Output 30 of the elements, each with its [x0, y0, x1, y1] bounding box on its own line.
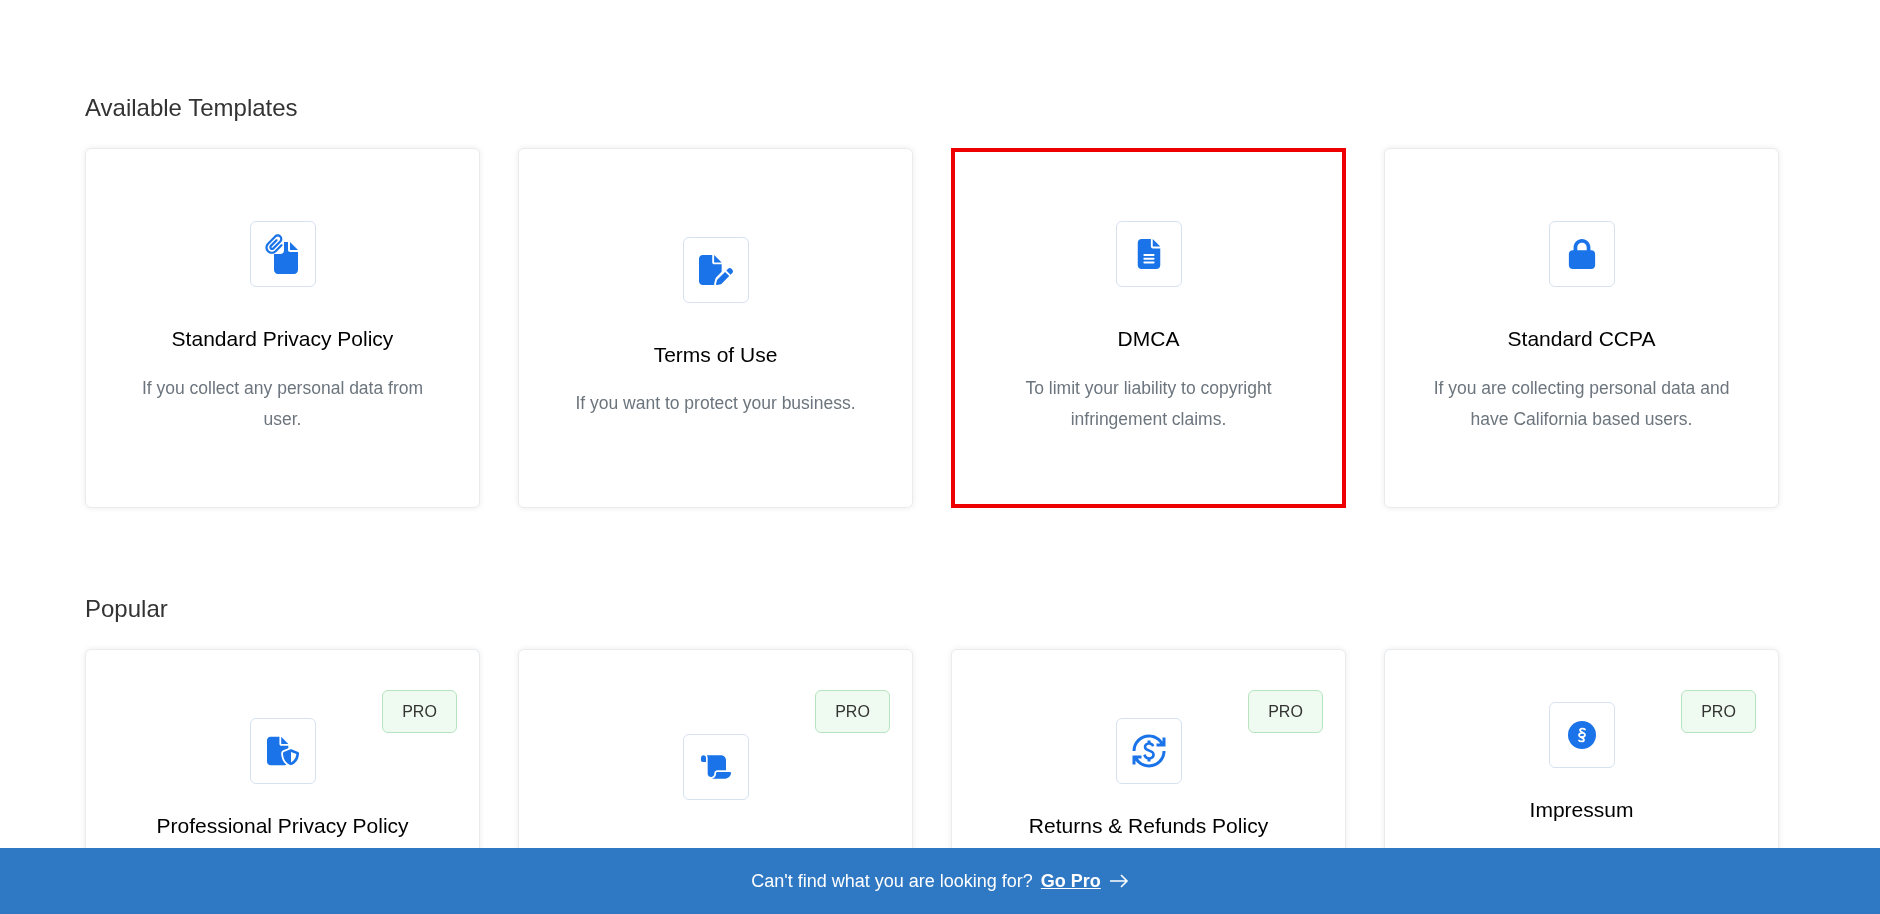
document-shield-icon: [266, 735, 299, 767]
template-title: DMCA: [1117, 326, 1180, 353]
template-title: Impressum: [1529, 797, 1634, 823]
template-card[interactable]: Standard Privacy Policy If you collect any personal data from user.: [85, 148, 480, 508]
template-title: Standard Privacy Policy: [171, 326, 394, 353]
dollar-rotate-icon: [1130, 733, 1167, 769]
template-card[interactable]: DMCA To limit your liability to copyright infringement claims.: [951, 148, 1346, 508]
document-pen-icon: [698, 252, 733, 287]
template-title: Terms of Use: [653, 341, 778, 368]
go-pro-link[interactable]: Go Pro: [1040, 867, 1101, 895]
template-title: Standard CCPA: [1507, 326, 1656, 353]
scroll-icon: [700, 752, 731, 782]
template-card[interactable]: Terms of Use If you want to protect your business.: [518, 148, 913, 508]
section-heading: Popular: [85, 594, 169, 624]
pro-badge: PRO: [815, 690, 890, 733]
lock-icon: [1566, 239, 1597, 270]
section-heading: Available Templates: [85, 93, 299, 123]
template-title: Professional Privacy Policy: [156, 813, 409, 839]
template-description: If you want to protect your business.: [575, 392, 856, 416]
arrow-right-icon: [1108, 874, 1129, 888]
template-description: To limit your liability to copyright infringement claims.: [1024, 376, 1273, 431]
pro-badge: PRO: [1681, 690, 1756, 733]
pro-badge: PRO: [1248, 690, 1323, 733]
template-description: If you collect any personal data from user.: [140, 376, 425, 431]
pro-badge: PRO: [382, 690, 457, 733]
template-title: Returns & Refunds Policy: [1028, 813, 1269, 839]
template-description: If you are collecting personal data and have California based users.: [1432, 376, 1731, 431]
banner-text: Can't find what you are looking for?: [751, 869, 1033, 893]
template-card[interactable]: Standard CCPA If you are collecting personal data and have California based users.: [1384, 148, 1779, 508]
section-sign-icon: [1566, 720, 1597, 750]
